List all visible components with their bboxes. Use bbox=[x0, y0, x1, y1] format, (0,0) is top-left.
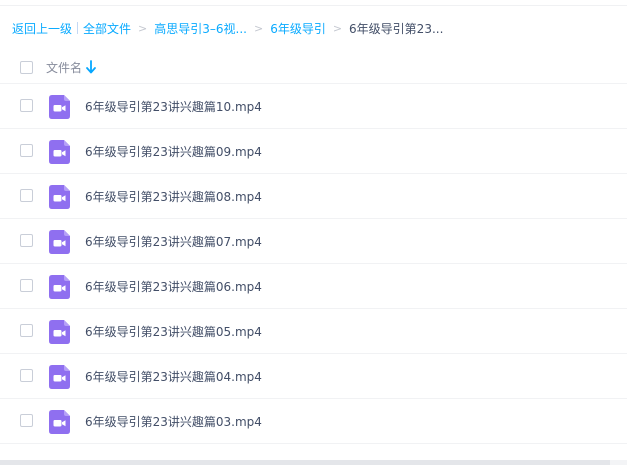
scrollbar-thumb[interactable] bbox=[0, 460, 610, 465]
file-row[interactable]: 6年级导引第23讲兴趣篇07.mp4 bbox=[0, 219, 627, 264]
file-name[interactable]: 6年级导引第23讲兴趣篇07.mp4 bbox=[85, 233, 262, 250]
video-file-icon bbox=[49, 230, 70, 254]
file-name[interactable]: 6年级导引第23讲兴趣篇04.mp4 bbox=[85, 368, 262, 385]
video-file-icon bbox=[49, 95, 70, 119]
file-row[interactable]: 6年级导引第23讲兴趣篇03.mp4 bbox=[0, 399, 627, 444]
file-list: 6年级导引第23讲兴趣篇10.mp4 6年级导引第23讲兴趣篇09.mp4 6年级导… bbox=[0, 84, 627, 444]
video-file-icon bbox=[49, 410, 70, 434]
row-checkbox[interactable] bbox=[20, 369, 33, 382]
file-name[interactable]: 6年级导引第23讲兴趣篇03.mp4 bbox=[85, 413, 262, 430]
row-checkbox[interactable] bbox=[20, 144, 33, 157]
file-row[interactable]: 6年级导引第23讲兴趣篇04.mp4 bbox=[0, 354, 627, 399]
video-file-icon bbox=[49, 275, 70, 299]
breadcrumb-divider bbox=[77, 22, 79, 34]
video-file-icon bbox=[49, 320, 70, 344]
row-checkbox[interactable] bbox=[20, 279, 33, 292]
breadcrumb-current: 6年级导引第23... bbox=[349, 21, 444, 36]
file-name[interactable]: 6年级导引第23讲兴趣篇09.mp4 bbox=[85, 143, 262, 160]
file-row[interactable]: 6年级导引第23讲兴趣篇06.mp4 bbox=[0, 264, 627, 309]
row-checkbox[interactable] bbox=[20, 414, 33, 427]
column-header-name[interactable]: 文件名 bbox=[46, 59, 82, 76]
video-file-icon bbox=[49, 185, 70, 209]
chevron-right-icon: > bbox=[332, 21, 343, 35]
file-row[interactable]: 6年级导引第23讲兴趣篇10.mp4 bbox=[0, 84, 627, 129]
video-file-icon bbox=[49, 140, 70, 164]
breadcrumb-item-subfolder[interactable]: 6年级导引 bbox=[270, 20, 326, 37]
arrow-down-icon[interactable] bbox=[85, 60, 97, 74]
row-checkbox[interactable] bbox=[20, 324, 33, 337]
file-name[interactable]: 6年级导引第23讲兴趣篇08.mp4 bbox=[85, 188, 262, 205]
chevron-right-icon: > bbox=[253, 21, 264, 35]
file-row[interactable]: 6年级导引第23讲兴趣篇05.mp4 bbox=[0, 309, 627, 354]
chevron-right-icon: > bbox=[138, 21, 148, 35]
file-row[interactable]: 6年级导引第23讲兴趣篇09.mp4 bbox=[0, 129, 627, 174]
breadcrumb-item-folder[interactable]: 高思导引3–6视... bbox=[154, 20, 247, 37]
breadcrumb-item-all-files[interactable]: 全部文件 bbox=[83, 20, 131, 37]
video-file-icon bbox=[49, 365, 70, 389]
breadcrumb: 返回上一级 全部文件 > 高思导引3–6视... > 6年级导引 > 6年级导引… bbox=[12, 18, 443, 38]
file-name[interactable]: 6年级导引第23讲兴趣篇05.mp4 bbox=[85, 323, 262, 340]
row-checkbox[interactable] bbox=[20, 234, 33, 247]
file-name[interactable]: 6年级导引第23讲兴趣篇10.mp4 bbox=[85, 98, 262, 115]
horizontal-scrollbar[interactable] bbox=[0, 460, 627, 465]
row-checkbox[interactable] bbox=[20, 189, 33, 202]
back-link[interactable]: 返回上一级 bbox=[12, 20, 72, 37]
file-row[interactable]: 6年级导引第23讲兴趣篇08.mp4 bbox=[0, 174, 627, 219]
select-all-checkbox[interactable] bbox=[20, 61, 33, 74]
row-checkbox[interactable] bbox=[20, 99, 33, 112]
top-panel-edge bbox=[0, 0, 627, 6]
list-header: 文件名 bbox=[0, 52, 627, 84]
file-name[interactable]: 6年级导引第23讲兴趣篇06.mp4 bbox=[85, 278, 262, 295]
